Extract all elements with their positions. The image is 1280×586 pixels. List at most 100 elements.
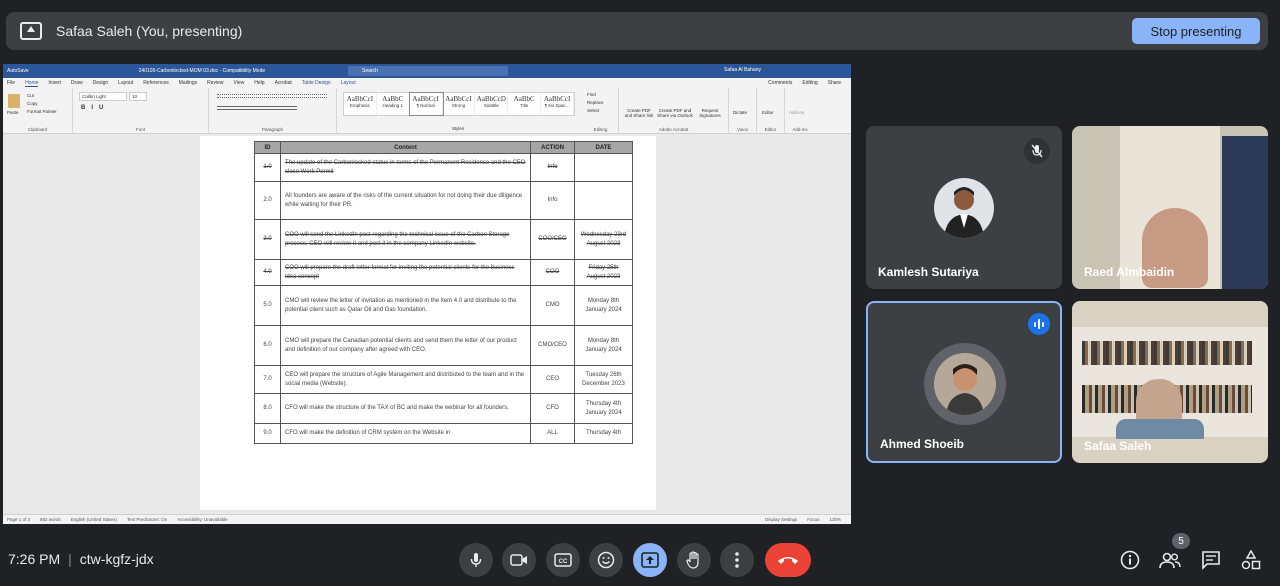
share-button[interactable]: Share [828,80,841,86]
camera-button[interactable] [502,543,536,577]
leave-call-button[interactable] [765,543,811,577]
create-pdf-share-link-button[interactable]: Create PDF and Share link [623,108,655,118]
menu-acrobat[interactable]: Acrobat [275,80,292,86]
request-signatures-button[interactable]: Request Signatures [695,108,725,118]
font-group-label: Font [135,127,145,132]
camera-icon [510,554,527,566]
reactions-button[interactable] [589,543,623,577]
menu-view[interactable]: View [234,80,245,86]
microphone-icon [470,553,482,567]
style-no-spacing[interactable]: AaBbCcI ¶ No Spac... [541,93,575,115]
activities-button[interactable] [1239,548,1263,572]
align-icons[interactable] [217,106,297,110]
row-date: Monday 8th January 2024 [574,325,633,366]
captions-button[interactable]: CC [546,543,580,577]
font-group: Calibri Light 10 BIU Font [73,88,209,134]
row-id: 1.0 [254,153,281,182]
autosave-label[interactable]: AutoSave [7,68,29,74]
style-subtitle[interactable]: AaBbCcD Subtitle [475,93,509,115]
menu-review[interactable]: Review [207,80,223,86]
font-name-box[interactable]: Calibri Light [79,92,127,101]
comments-button[interactable]: Comments [768,80,792,86]
focus-button[interactable]: Focus [807,517,819,522]
word-search-box[interactable]: Search [348,66,508,76]
participant-name: Kamlesh Sutariya [878,265,979,279]
menu-help[interactable]: Help [254,80,264,86]
style-strong[interactable]: AaBbCcI Strong [443,93,476,115]
cut-label[interactable]: Cut [27,93,34,98]
divider: | [68,551,72,567]
display-settings[interactable]: Display Settings [765,517,797,522]
table-row: 6.0 CMO will prepare the Canadian potenti… [254,325,633,366]
voice-group-label: Voice [736,127,748,132]
editing-group: Find Replace Select Editing [583,88,619,134]
more-vert-icon [735,552,739,568]
addins-button[interactable]: Add-ins [789,110,804,115]
meeting-details-button[interactable] [1118,548,1142,572]
table-row: 2.0 All founders are aware of the risks o… [254,181,633,220]
col-date: DATE [574,141,633,154]
table-header-row: ID Content ACTION DATE [254,141,633,154]
editing-button[interactable]: Editing [802,80,817,86]
paste-icon[interactable] [8,94,20,108]
participant-name: Ahmed Shoeib [880,437,965,451]
style-title[interactable]: AaBbC Title [508,93,542,115]
paste-label[interactable]: Paste [7,110,19,115]
people-count-badge: 5 [1172,533,1190,549]
participant-tile-raed[interactable]: Raed Almbaidin [1072,126,1268,289]
more-options-button[interactable] [720,543,754,577]
row-date: Monday 8th January 2024 [574,285,633,326]
row-date: Thursday 4th [574,423,633,444]
chat-icon [1202,551,1220,570]
presenting-banner: Safaa Saleh (You, presenting) Stop prese… [6,12,1268,50]
font-size-box[interactable]: 10 [129,92,147,101]
menu-layout[interactable]: Layout [118,80,133,86]
participant-tile-safaa[interactable]: Safaa Saleh [1072,301,1268,463]
menu-table-layout[interactable]: Layout [341,80,356,86]
create-pdf-outlook-button[interactable]: Create PDF and Share via Outlook [657,108,693,118]
clipboard-group: Paste Cut Copy Format Painter Clipboard [3,88,73,134]
table-row: 8.0 CFO will make the structure of the TA… [254,393,633,424]
find-button[interactable]: Find [587,92,596,97]
adobe-group: Create PDF and Share link Create PDF and… [619,88,729,134]
dictate-button[interactable]: Dictate [733,110,747,115]
replace-button[interactable]: Replace [587,100,604,105]
menu-file[interactable]: File [7,80,15,86]
copy-label[interactable]: Copy [27,101,38,106]
row-action: CMO [530,285,575,326]
microphone-button[interactable] [459,543,493,577]
menu-draw[interactable]: Draw [71,80,83,86]
select-button[interactable]: Select [587,108,600,113]
bold-italic-underline-icons[interactable]: BIU [81,105,109,111]
menu-design[interactable]: Design [93,80,109,86]
editor-button[interactable]: Editor [762,110,774,115]
menu-insert[interactable]: Insert [48,80,61,86]
style-normal[interactable]: AaBbCcI ¶ Normal [408,92,444,116]
styles-gallery[interactable]: AaBbCcI Emphasis AaBbC Heading 1 AaBbCcI ¶ … [343,92,575,116]
present-button[interactable] [633,543,667,577]
style-emphasis[interactable]: AaBbCcI Emphasis [344,93,377,115]
row-content: CMO will prepare the Canadian potential … [280,325,531,366]
table-row: 3.0 COO will send the LinkedIn post regar… [254,219,633,260]
word-user-name: Safaa Al Bahany [724,67,761,73]
people-button[interactable] [1158,548,1182,572]
stop-presenting-button[interactable]: Stop presenting [1132,18,1260,44]
list-icons[interactable] [217,94,327,98]
participant-tile-ahmed[interactable]: Ahmed Shoeib [866,301,1062,463]
chat-button[interactable] [1199,548,1223,572]
raise-hand-button[interactable] [677,543,711,577]
row-content: CEO will prepare the structure of Agile … [280,365,531,394]
emoji-icon [597,551,615,569]
menu-mailings[interactable]: Mailings [179,80,197,86]
participant-tile-kamlesh[interactable]: Kamlesh Sutariya [866,126,1062,289]
editing-group-label: Editing [593,127,608,132]
menu-home[interactable]: Home [25,80,39,87]
format-painter-label[interactable]: Format Painter [27,109,57,114]
row-id: 5.0 [254,285,281,326]
zoom-level[interactable]: 130% [829,517,841,522]
row-date: Thursday 4th January 2024 [574,393,633,424]
styles-group-label: Styles [451,126,465,131]
style-heading1[interactable]: AaBbC Heading 1 [377,93,410,115]
menu-references[interactable]: References [143,80,169,86]
menu-table-design[interactable]: Table Design [302,80,331,86]
